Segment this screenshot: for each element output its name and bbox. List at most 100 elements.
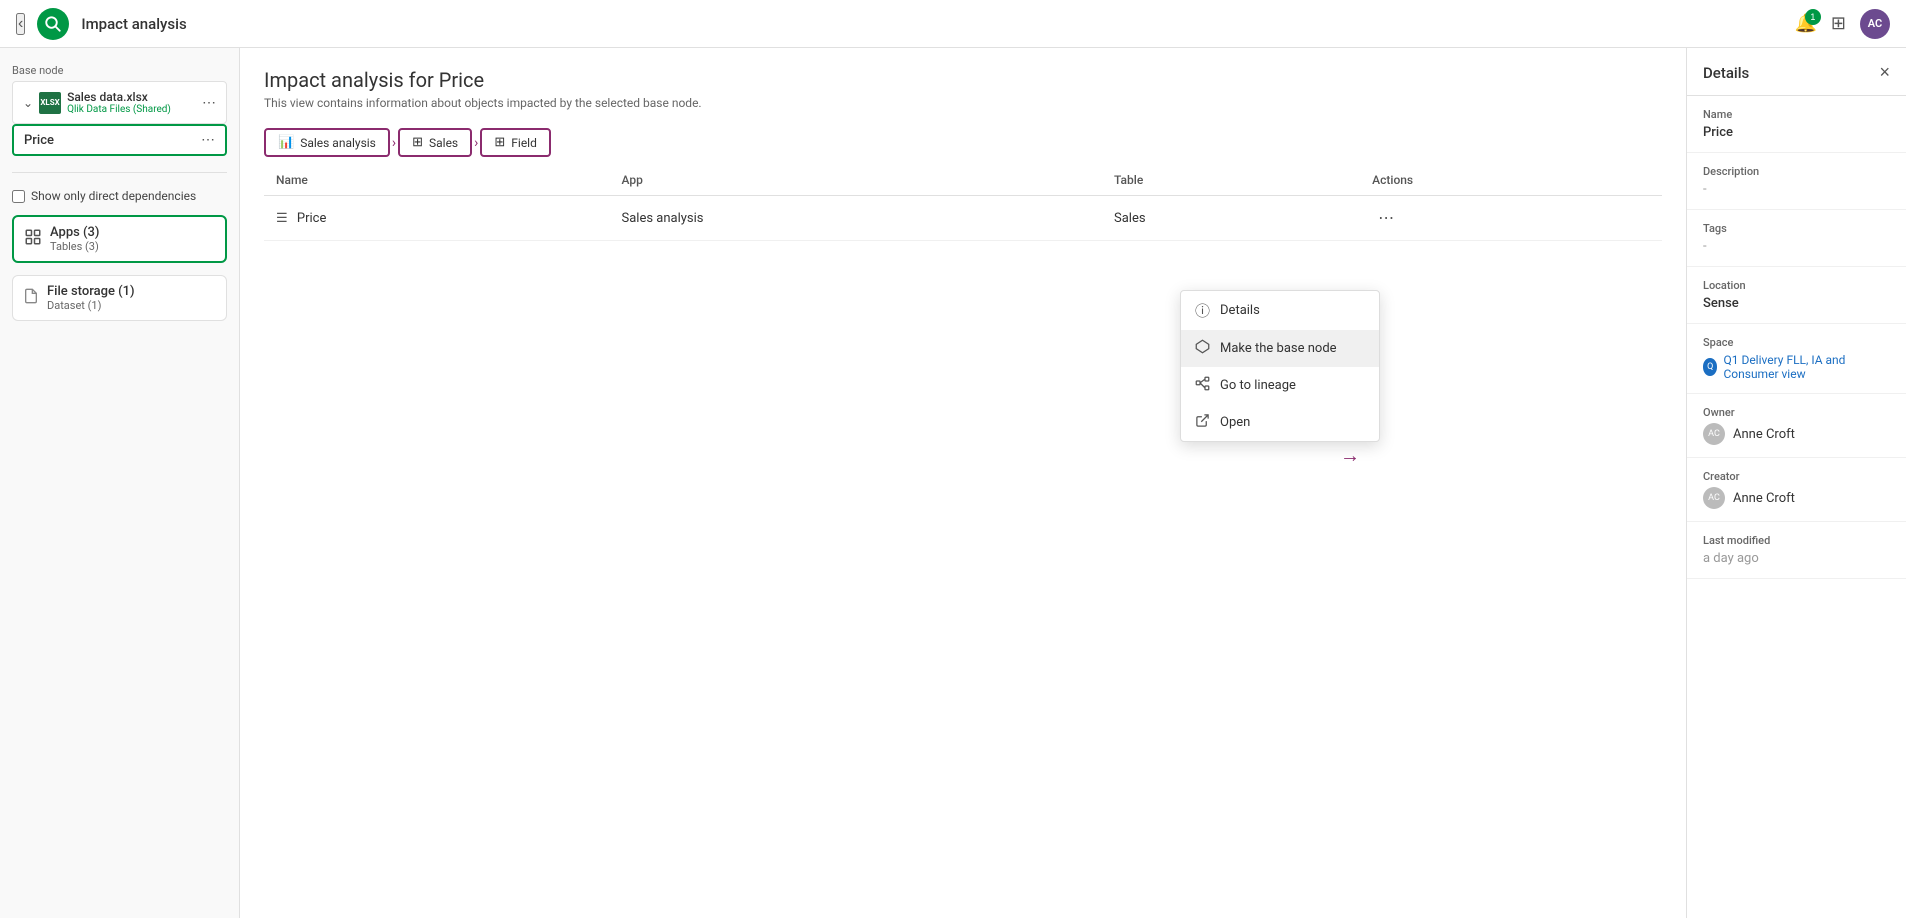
base-node-section: Base node ⌄ XLSX Sales data.xlsx Qlik Da…: [12, 64, 227, 156]
table-head: Name App Table Actions: [264, 165, 1662, 196]
direct-deps-label: Show only direct dependencies: [31, 189, 196, 203]
panel-space-section: Space Q Q1 Delivery FLL, IA and Consumer…: [1687, 324, 1906, 394]
dropdown-details-label: Details: [1220, 303, 1260, 318]
back-button[interactable]: ‹: [16, 13, 25, 35]
breadcrumb: 📊 Sales analysis › ⊞ Sales › ⊞ Field: [240, 120, 1686, 165]
file-storage-sub: Dataset (1): [47, 299, 216, 312]
row-icon: ☰: [276, 211, 288, 226]
file-storage-dep-info: File storage (1) Dataset (1): [47, 284, 216, 312]
apps-dep-title: Apps (3): [50, 225, 215, 240]
file-name: Sales data.xlsx: [67, 90, 196, 104]
file-node-header: ⌄ XLSX Sales data.xlsx Qlik Data Files (…: [23, 90, 216, 115]
row-actions-button[interactable]: ⋯: [1372, 206, 1400, 230]
breadcrumb-sales-analysis[interactable]: 📊 Sales analysis: [264, 128, 390, 157]
price-more-button[interactable]: ⋯: [201, 132, 215, 148]
file-info: Sales data.xlsx Qlik Data Files (Shared): [67, 90, 196, 115]
col-name: Name: [264, 165, 610, 196]
breadcrumb-field[interactable]: ⊞ Field: [480, 128, 551, 157]
content-subtitle: This view contains information about obj…: [264, 96, 1662, 110]
topbar: ‹ Impact analysis 🔔 1 ⊞ AC: [0, 0, 1906, 48]
space-value: Q1 Delivery FLL, IA and Consumer view: [1723, 353, 1890, 381]
breadcrumb-sales-label: Sales: [429, 136, 458, 150]
panel-tags-section: Tags -: [1687, 210, 1906, 267]
apps-dep-sub: Tables (3): [50, 240, 215, 253]
location-value: Sense: [1703, 296, 1890, 311]
dropdown-open-label: Open: [1220, 415, 1250, 430]
dropdown-go-to-lineage-label: Go to lineage: [1220, 378, 1296, 393]
breadcrumb-field-label: Field: [511, 136, 537, 150]
table-area: Name App Table Actions ☰ Price Sales ana…: [240, 165, 1686, 918]
file-path: Qlik Data Files (Shared): [67, 104, 196, 115]
tags-value: -: [1703, 239, 1890, 254]
qlik-logo: [37, 8, 69, 40]
apps-dep-card[interactable]: Apps (3) Tables (3): [12, 215, 227, 263]
apps-icon: [24, 228, 42, 250]
table-icon-1: ⊞: [412, 135, 423, 150]
panel-name-section: Name Price: [1687, 96, 1906, 153]
xlsx-icon: XLSX: [39, 92, 61, 114]
breadcrumb-arrow-1: ›: [392, 135, 396, 151]
panel-last-modified-section: Last modified a day ago: [1687, 522, 1906, 579]
panel-title: Details: [1703, 64, 1749, 82]
file-storage-icon: [23, 288, 39, 308]
dropdown-go-to-lineage[interactable]: Go to lineage: [1181, 367, 1379, 404]
creator-avatar: AC: [1703, 487, 1725, 509]
base-node-icon: [1195, 339, 1210, 358]
topbar-actions: 🔔 1 ⊞ AC: [1794, 9, 1890, 39]
direct-deps-checkbox-row: Show only direct dependencies: [12, 189, 227, 203]
notification-badge: 1: [1805, 9, 1821, 25]
avatar[interactable]: AC: [1860, 9, 1890, 39]
owner-avatar: AC: [1703, 423, 1725, 445]
panel-location-section: Location Sense: [1687, 267, 1906, 324]
panel-close-button[interactable]: ×: [1879, 62, 1890, 83]
base-node-label: Base node: [12, 64, 227, 77]
price-node: Price ⋯: [12, 124, 227, 156]
expand-icon[interactable]: ⌄: [23, 96, 33, 110]
dropdown-details[interactable]: ⓘ Details: [1181, 291, 1379, 330]
description-label: Description: [1703, 165, 1890, 178]
direct-deps-checkbox[interactable]: [12, 190, 25, 203]
field-icon: ⊞: [494, 135, 505, 150]
space-badge: Q Q1 Delivery FLL, IA and Consumer view: [1703, 353, 1890, 381]
table-body: ☰ Price Sales analysis Sales ⋯: [264, 196, 1662, 241]
apps-dep-info: Apps (3) Tables (3): [50, 225, 215, 253]
file-storage-dep-card[interactable]: File storage (1) Dataset (1): [12, 275, 227, 321]
col-actions: Actions: [1360, 165, 1662, 196]
breadcrumb-sales[interactable]: ⊞ Sales: [398, 128, 472, 157]
last-modified-label: Last modified: [1703, 534, 1890, 547]
tags-label: Tags: [1703, 222, 1890, 235]
open-icon: [1195, 413, 1210, 432]
page-title: Impact analysis: [81, 15, 186, 33]
table-row: ☰ Price Sales analysis Sales ⋯: [264, 196, 1662, 241]
logo: [37, 8, 69, 40]
info-icon: ⓘ: [1195, 300, 1210, 321]
apps-grid-button[interactable]: ⊞: [1831, 13, 1846, 34]
lineage-icon: [1195, 376, 1210, 395]
impact-table: Name App Table Actions ☰ Price Sales ana…: [264, 165, 1662, 241]
cell-actions: ⋯: [1360, 196, 1662, 241]
file-more-button[interactable]: ⋯: [202, 95, 216, 111]
file-node: ⌄ XLSX Sales data.xlsx Qlik Data Files (…: [12, 81, 227, 124]
main-layout: Base node ⌄ XLSX Sales data.xlsx Qlik Da…: [0, 48, 1906, 918]
creator-row: AC Anne Croft: [1703, 487, 1890, 509]
divider: [12, 172, 227, 173]
dropdown-make-base-node-label: Make the base node: [1220, 341, 1337, 356]
name-label: Name: [1703, 108, 1890, 121]
sidebar: Base node ⌄ XLSX Sales data.xlsx Qlik Da…: [0, 48, 240, 918]
content-title: Impact analysis for Price: [264, 68, 1662, 92]
panel-creator-section: Creator AC Anne Croft: [1687, 458, 1906, 522]
col-table: Table: [1102, 165, 1360, 196]
notification-button[interactable]: 🔔 1: [1794, 13, 1816, 34]
owner-row: AC Anne Croft: [1703, 423, 1890, 445]
creator-label: Creator: [1703, 470, 1890, 483]
content-area: Impact analysis for Price This view cont…: [240, 48, 1686, 918]
breadcrumb-arrow-2: ›: [474, 135, 478, 151]
space-label: Space: [1703, 336, 1890, 349]
col-app: App: [610, 165, 1103, 196]
chart-icon: 📊: [278, 135, 294, 150]
owner-label: Owner: [1703, 406, 1890, 419]
price-label: Price: [24, 133, 54, 148]
panel-header: Details ×: [1687, 48, 1906, 96]
dropdown-open[interactable]: Open: [1181, 404, 1379, 441]
dropdown-make-base-node[interactable]: Make the base node: [1181, 330, 1379, 367]
